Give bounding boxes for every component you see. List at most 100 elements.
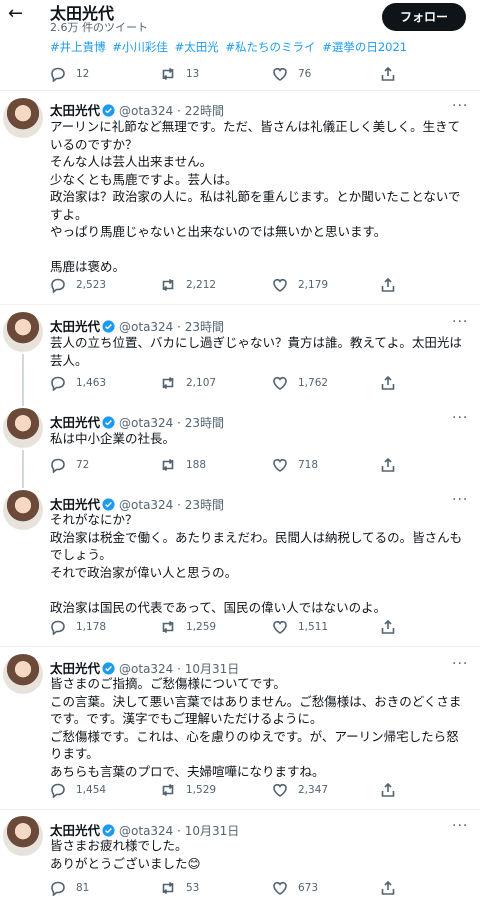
like-button[interactable]: 718	[272, 456, 318, 474]
like-button[interactable]: 673	[272, 879, 318, 897]
retweet-count: 1,259	[186, 621, 217, 633]
tweet-actions: 81 53 673	[50, 879, 470, 897]
tweet-handle-time: @ota324 · 10月31日	[119, 824, 240, 838]
like-button[interactable]: 76	[272, 65, 311, 83]
divider	[0, 809, 480, 810]
retweet-button[interactable]: 188	[160, 456, 206, 474]
avatar[interactable]	[3, 98, 43, 138]
heart-icon	[272, 375, 288, 391]
like-count: 1,511	[298, 621, 329, 633]
hashtag-link[interactable]: #小川彩佳	[112, 40, 168, 54]
retweet-icon	[160, 66, 176, 82]
reply-button[interactable]: 72	[50, 456, 89, 474]
tweet-author[interactable]: 太田光代 @ota324 · 22時間	[50, 100, 224, 119]
reply-count: 2,523	[76, 279, 107, 291]
share-button[interactable]	[380, 456, 406, 474]
reply-button[interactable]: 12	[50, 65, 89, 83]
retweet-icon	[160, 880, 176, 896]
like-button[interactable]: 2,179	[272, 276, 328, 294]
reply-button[interactable]: 1,463	[50, 374, 106, 392]
more-icon[interactable]: ···	[452, 410, 468, 426]
reply-count: 81	[76, 882, 90, 894]
like-button[interactable]: 1,762	[272, 374, 328, 392]
more-icon[interactable]: ···	[452, 314, 468, 330]
tweet-handle-time: @ota324 · 23時間	[119, 416, 225, 430]
verified-badge-icon	[102, 416, 115, 429]
share-icon	[380, 66, 396, 82]
reply-icon	[50, 782, 66, 799]
like-count: 2,179	[298, 279, 329, 291]
retweet-count: 13	[186, 68, 200, 80]
retweet-icon	[160, 375, 176, 391]
profile-header: ← 太田光代 2.6万 件のツイート フォロー	[0, 0, 480, 34]
hashtag-link[interactable]: #井上貴博	[50, 40, 106, 54]
tweet-handle-time: @ota324 · 22時間	[119, 104, 225, 118]
share-button[interactable]	[380, 781, 406, 799]
retweet-icon	[160, 277, 176, 293]
hashtag-link[interactable]: #選挙の日2021	[322, 40, 407, 54]
share-icon	[380, 375, 396, 391]
tweet-author[interactable]: 太田光代 @ota324 · 23時間	[50, 412, 224, 431]
reply-button[interactable]: 1,454	[50, 781, 106, 799]
share-icon	[380, 457, 396, 473]
avatar[interactable]	[3, 408, 43, 448]
avatar[interactable]	[3, 490, 43, 530]
share-button[interactable]	[380, 65, 406, 83]
retweet-button[interactable]: 13	[160, 65, 199, 83]
retweet-button[interactable]: 1,529	[160, 781, 216, 799]
avatar[interactable]	[3, 654, 43, 694]
like-count: 1,762	[298, 377, 329, 389]
reply-icon	[50, 619, 66, 636]
share-button[interactable]	[380, 618, 406, 636]
tweet-text: アーリンに礼節など無理です。ただ、皆さんは礼儀正しく美しく。生きているのですか？…	[50, 119, 461, 274]
tweet-actions: 72 188 718	[50, 456, 470, 474]
tweet-actions: 2,523 2,212 2,179	[50, 276, 470, 294]
reply-count: 72	[76, 459, 90, 471]
retweet-count: 1,529	[186, 784, 217, 796]
avatar[interactable]	[3, 816, 43, 856]
arrow-left-icon[interactable]: ←	[8, 4, 28, 24]
verified-badge-icon	[102, 498, 115, 511]
like-count: 2,347	[298, 784, 329, 796]
verified-badge-icon	[102, 104, 115, 117]
reply-icon	[50, 277, 66, 294]
thread-connector	[22, 450, 24, 488]
verified-badge-icon	[102, 824, 115, 837]
follow-button[interactable]: フォロー	[382, 3, 466, 31]
share-button[interactable]	[380, 276, 406, 294]
tweet-author[interactable]: 太田光代 @ota324 · 23時間	[50, 316, 224, 335]
heart-icon	[272, 66, 288, 82]
retweet-button[interactable]: 2,107	[160, 374, 216, 392]
retweet-button[interactable]: 2,212	[160, 276, 216, 294]
like-button[interactable]: 2,347	[272, 781, 328, 799]
avatar[interactable]	[3, 312, 43, 352]
thread-connector	[22, 354, 24, 406]
share-button[interactable]	[380, 374, 406, 392]
like-count: 718	[298, 459, 319, 471]
reply-button[interactable]: 1,178	[50, 618, 106, 636]
hashtag-link[interactable]: #太田光	[175, 40, 219, 54]
retweet-button[interactable]: 1,259	[160, 618, 216, 636]
reply-button[interactable]: 2,523	[50, 276, 106, 294]
heart-icon	[272, 880, 288, 896]
more-icon[interactable]: ···	[452, 98, 468, 114]
like-button[interactable]: 1,511	[272, 618, 328, 636]
tweet-handle-time: @ota324 · 23時間	[119, 320, 225, 334]
share-button[interactable]	[380, 879, 406, 897]
retweet-count: 2,107	[186, 377, 217, 389]
tweet-actions: 1,463 2,107 1,762	[50, 374, 470, 392]
retweet-button[interactable]: 53	[160, 879, 199, 897]
retweet-icon	[160, 619, 176, 635]
more-icon[interactable]: ···	[452, 492, 468, 508]
tweet-text: 私は中小企業の社長。	[50, 431, 176, 446]
heart-icon	[272, 457, 288, 473]
retweet-count: 2,212	[186, 279, 217, 291]
tweet-text: 芸人の立ち位置、バカにし過ぎじゃない？貴方は誰。教えてよ。太田光は芸人。	[50, 335, 462, 368]
more-icon[interactable]: ···	[452, 818, 468, 834]
reply-count: 1,463	[76, 377, 107, 389]
more-icon[interactable]: ···	[452, 656, 468, 672]
reply-count: 1,178	[76, 621, 107, 633]
reply-button[interactable]: 81	[50, 879, 89, 897]
divider	[0, 90, 480, 91]
hashtag-link[interactable]: #私たちのミライ	[225, 40, 315, 54]
